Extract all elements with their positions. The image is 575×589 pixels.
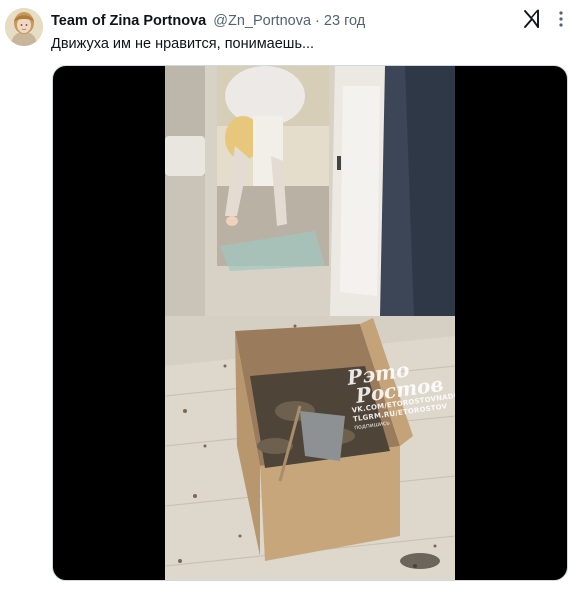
watermark: Ρэто Ростов VK.COM/ETOROSTOVNADONU TLGRM… (346, 352, 455, 432)
grok-icon[interactable] (521, 8, 543, 30)
more-options-icon[interactable] (553, 10, 569, 28)
tweet-header: Team of Zina Portnova @Zn_Portnova · 23 … (51, 12, 365, 30)
video-frame[interactable]: Ρэто Ростов VK.COM/ETOROSTOVNADONU TLGRM… (165, 66, 455, 580)
separator-dot: · (315, 13, 320, 29)
avatar[interactable] (5, 8, 43, 46)
tweet[interactable]: Team of Zina Portnova @Zn_Portnova · 23 … (0, 0, 575, 589)
video-still-image (165, 66, 455, 580)
avatar-image (5, 8, 43, 46)
timestamp[interactable]: 23 год (324, 13, 365, 29)
tweet-text: Движуха им не нравится, понимаешь... (51, 36, 315, 52)
video-player[interactable]: Ρэто Ростов VK.COM/ETOROSTOVNADONU TLGRM… (52, 65, 568, 581)
author-handle[interactable]: @Zn_Portnova (213, 13, 311, 29)
author-name[interactable]: Team of Zina Portnova (51, 13, 206, 29)
